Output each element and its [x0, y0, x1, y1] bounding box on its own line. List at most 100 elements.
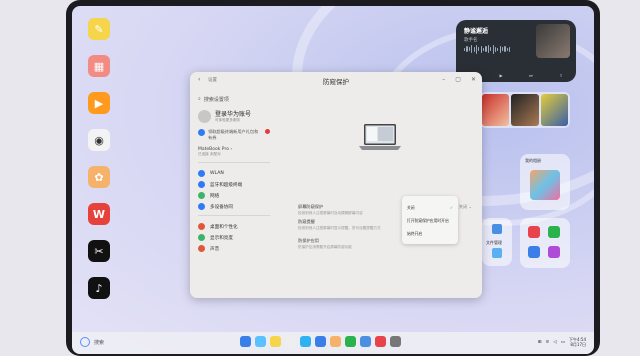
privacy-dropdown[interactable]: 关闭 ⌄: [459, 204, 472, 210]
sidebar-item[interactable]: 多设备协同: [198, 201, 270, 212]
photo-thumbnail: [530, 170, 560, 200]
app-folder-widget[interactable]: [520, 218, 570, 268]
files-widget[interactable]: 文件管理: [482, 218, 512, 266]
capcut-app-icon[interactable]: ✂: [88, 240, 110, 262]
device-entry[interactable]: MateBook Pro › 已连接 未配对: [198, 147, 270, 157]
app-icon[interactable]: [528, 226, 540, 238]
window-controls: – ▢ ✕: [442, 76, 476, 83]
tiktok-app-icon[interactable]: ♪: [88, 277, 110, 299]
check-icon: ✓: [449, 205, 453, 210]
sidebar-item[interactable]: 声音: [198, 243, 270, 254]
sidebar-item[interactable]: 网络: [198, 190, 270, 201]
wechat-icon[interactable]: [345, 336, 356, 347]
assistant-icon[interactable]: [80, 337, 90, 347]
close-icon[interactable]: ✕: [471, 76, 476, 83]
menu-item-off[interactable]: 关闭 ✓: [407, 201, 453, 214]
desktop-icon-column: ✎ ▦ ▶ ◉ ✿ W ✂ ♪: [88, 18, 112, 314]
menu-item-always[interactable]: 始终开启: [407, 227, 453, 240]
memo-icon[interactable]: [270, 336, 281, 347]
folder-icon[interactable]: [255, 336, 266, 347]
menu-item-app[interactable]: 打开防窥保护应用时开启: [407, 214, 453, 227]
notify-desc: 检测到他人注视屏幕时显示提醒，您可设置提醒方式: [298, 226, 381, 230]
sidebar-item-icon: [198, 203, 205, 210]
wifi-icon[interactable]: ≋: [546, 340, 550, 345]
browser-icon[interactable]: [300, 336, 311, 347]
play-icon[interactable]: ▶: [499, 73, 502, 78]
screen-icon[interactable]: [315, 336, 326, 347]
menu-item-label: 始终开启: [407, 230, 423, 236]
minimize-icon[interactable]: –: [442, 76, 445, 83]
trash-icon[interactable]: [285, 336, 296, 347]
settings-icon[interactable]: [390, 336, 401, 347]
next-icon[interactable]: ⏭: [529, 73, 533, 78]
grid-icon[interactable]: ⊞: [538, 340, 542, 345]
maximize-icon[interactable]: ▢: [455, 76, 461, 83]
waveform: [464, 44, 528, 54]
cloud-icon: [492, 248, 502, 258]
clock-date: 8月17日: [570, 342, 586, 347]
notify-row[interactable]: 防窥提醒 检测到他人注视屏幕时显示提醒，您可设置提醒方式: [298, 219, 381, 231]
device-status: 已连接 未配对: [198, 152, 221, 156]
privacy-toggle-desc: 检测到他人注视屏幕时自动模糊屏幕内容: [298, 211, 363, 215]
album-cover[interactable]: [540, 94, 568, 126]
account-entry[interactable]: 登录华为账号 可体验更多服务: [198, 109, 270, 123]
sidebar-item[interactable]: 桌面和个性化: [198, 221, 270, 232]
calendar-app-icon[interactable]: ▦: [88, 55, 110, 77]
sidebar-item-label: 显示和亮度: [210, 235, 233, 241]
files-label: 文件管理: [486, 240, 502, 245]
sidebar-item-label: 桌面和个性化: [210, 224, 238, 230]
apps-label: 防保护应用: [298, 238, 319, 243]
sidebar-item-icon: [198, 192, 205, 199]
app-store-icon[interactable]: [375, 336, 386, 347]
album-cover[interactable]: [482, 94, 510, 126]
battery-icon[interactable]: ▭: [561, 340, 565, 345]
app-icon[interactable]: [528, 246, 540, 258]
sidebar: ⌕ 搜索设置项 登录华为账号 可体验更多服务 领取超级终端新用户礼包和有券 Ma…: [190, 88, 278, 298]
gallery-app-icon[interactable]: ✿: [88, 166, 110, 188]
album-strip-widget[interactable]: [480, 92, 570, 128]
sidebar-item[interactable]: 蓝牙和超级终端: [198, 179, 270, 190]
window-title: 防窥保护: [323, 78, 349, 86]
files-icon[interactable]: [360, 336, 371, 347]
app-icon[interactable]: [548, 246, 560, 258]
privacy-toggle-row[interactable]: 屏幕防窥保护 检测到他人注视屏幕时自动模糊屏幕内容: [298, 204, 363, 216]
sidebar-item-icon: [198, 234, 205, 241]
system-tray: ⊞ ≋ ◁ ▭ 下午4:54 8月17日: [538, 337, 586, 347]
divider: [198, 162, 270, 163]
laptop-illustration-icon: [359, 124, 401, 150]
game-app-icon[interactable]: ◉: [88, 129, 110, 151]
sidebar-item-icon: [198, 181, 205, 188]
promo-text: 领取超级终端新用户礼包和有券: [208, 129, 259, 140]
memo-app-icon[interactable]: ✎: [88, 18, 110, 40]
dropdown-menu: 关闭 ✓ 打开防窥保护应用时开启 始终开启: [402, 196, 458, 244]
avatar: [198, 109, 211, 123]
taskbar: 搜索 ⊞ ≋ ◁ ▭ 下午4:54 8月17日: [72, 332, 594, 354]
sidebar-item-label: 多设备协同: [210, 204, 233, 210]
promo-entry[interactable]: 领取超级终端新用户礼包和有券: [198, 129, 270, 141]
app-icon[interactable]: [548, 226, 560, 238]
folder-icon: [492, 224, 502, 234]
sidebar-item-icon: [198, 223, 205, 230]
cast-icon[interactable]: ⇪: [559, 73, 562, 78]
volume-icon[interactable]: ◁: [553, 340, 556, 345]
sidebar-item[interactable]: WLAN: [198, 168, 270, 179]
apps-row[interactable]: 防保护应用 防保护应用需要开启屏幕防窥功能: [298, 238, 352, 250]
sidebar-item-icon: [198, 245, 205, 252]
taskbar-search[interactable]: 搜索: [80, 337, 104, 347]
launcher-icon[interactable]: [240, 336, 251, 347]
search-icon: ⌕: [198, 96, 201, 102]
search-box[interactable]: ⌕ 搜索设置项: [198, 96, 270, 103]
wps-app-icon[interactable]: W: [88, 203, 110, 225]
privacy-toggle-label: 屏幕防窥保护: [298, 204, 324, 209]
sidebar-item[interactable]: 显示和亮度: [198, 232, 270, 243]
search-placeholder: 搜索设置项: [203, 97, 229, 103]
settings-window: ‹ 设置 防窥保护 – ▢ ✕ ⌕ 搜索设置项 登录华为账号 可体验更多服务 领…: [190, 72, 482, 298]
video-app-icon[interactable]: ▶: [88, 92, 110, 114]
notification-badge: [265, 129, 270, 134]
sidebar-item-label: 网络: [210, 193, 220, 199]
gallery-icon[interactable]: [330, 336, 341, 347]
gallery-widget[interactable]: 我的相册: [520, 154, 570, 210]
album-cover[interactable]: [511, 94, 539, 126]
clock[interactable]: 下午4:54 8月17日: [569, 337, 586, 347]
settings-nav: WLAN 蓝牙和超级终端网络多设备协同桌面和个性化 显示和亮度声音: [198, 168, 270, 254]
